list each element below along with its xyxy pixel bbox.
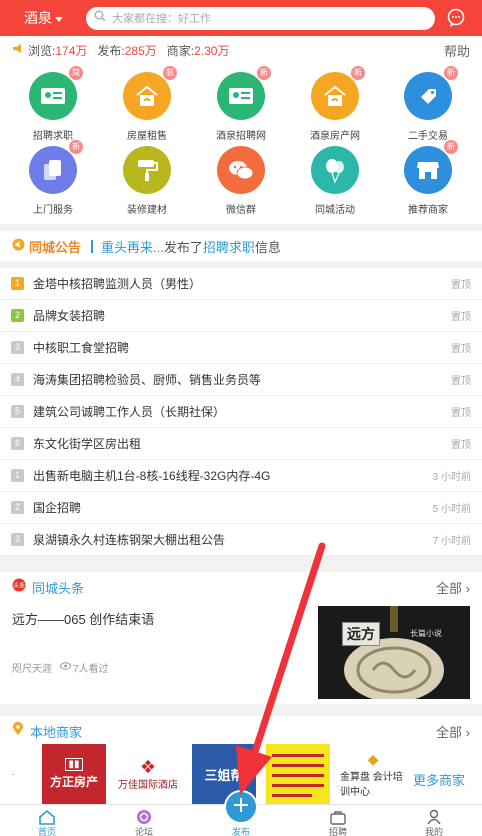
balloon-icon <box>311 146 359 194</box>
announcement-category-link[interactable]: 招聘求职 <box>203 237 255 256</box>
publish-button[interactable] <box>224 790 258 824</box>
paint-roller-icon <box>123 146 171 194</box>
list-item[interactable]: 1 金塔中核招聘监测人员（男性） 置顶 <box>0 268 482 300</box>
list-item[interactable]: 3 泉湖镇永久村连栋钢架大棚出租公告 7 小时前 <box>0 524 482 556</box>
category-badge: 简 <box>69 66 83 80</box>
category-badge: 新 <box>257 66 271 80</box>
id-card-icon: 新 <box>217 66 271 120</box>
headline-meta: 咫尺天涯 7人看过 <box>12 660 109 675</box>
post-list: 1 金塔中核招聘监测人员（男性） 置顶 2 品牌女装招聘 置顶 3 中核职工食堂招聘 置顶 … <box>0 268 482 556</box>
forum-icon <box>114 805 174 825</box>
message-icon[interactable] <box>445 7 467 29</box>
section-header: 本地商家 全部 › <box>0 716 482 746</box>
search-icon <box>94 9 106 27</box>
house-icon: 新 <box>311 66 365 120</box>
merchant-logo[interactable] <box>266 744 330 804</box>
help-link[interactable]: 帮助 <box>444 41 470 60</box>
nav-home[interactable]: 首页 <box>17 805 77 836</box>
nav-forum[interactable]: 论坛 <box>114 805 174 836</box>
category-housing[interactable]: 装 房屋租售 <box>99 66 195 142</box>
views-count: 174万 <box>55 43 88 58</box>
category-home-service[interactable]: 新 上门服务 <box>5 140 101 216</box>
category-badge: 新 <box>444 66 458 80</box>
headline-logo-icon: 头条 <box>12 578 26 597</box>
merchant-logo[interactable]: ▮▮ 方正房产 <box>42 744 106 804</box>
list-item[interactable]: 2 国企招聘 5 小时前 <box>0 492 482 524</box>
category-property-site[interactable]: 新 酒泉房产网 <box>287 66 383 142</box>
location-pin-icon <box>12 721 24 741</box>
posts-count: 285万 <box>124 43 157 58</box>
chevron-down-icon <box>55 16 63 22</box>
city-announcement[interactable]: 同城公告 重头再来... 发布了 招聘求职 信息 <box>0 231 482 261</box>
plus-icon <box>233 797 249 818</box>
search-placeholder: 大家都在搜：好工作 <box>112 13 211 25</box>
shop-icon: 新 <box>404 140 458 194</box>
category-jobs[interactable]: 简 招聘求职 <box>5 66 101 142</box>
section-header: 头条 同城头条 全部 › <box>0 572 482 602</box>
publish-label: 发布 <box>231 827 250 836</box>
city-label: 酒泉 <box>24 10 52 26</box>
category-events[interactable]: 同城活动 <box>287 146 383 216</box>
view-all-link[interactable]: 全部 › <box>436 722 470 741</box>
merchant-logo[interactable]: ◆ 金算盘 会计培训中心 <box>340 744 406 804</box>
headline-author: 咫尺天涯 <box>12 664 52 675</box>
eye-icon <box>60 662 71 673</box>
section-title: 同城头条 <box>32 580 85 596</box>
house-icon: 装 <box>123 66 177 120</box>
copy-icon: 新 <box>29 140 83 194</box>
megaphone-icon <box>12 43 24 57</box>
view-all-link[interactable]: 全部 › <box>436 578 470 597</box>
category-job-site[interactable]: 新 酒泉招聘网 <box>193 66 289 142</box>
divider <box>91 239 94 253</box>
category-grid: 简 招聘求职 装 房屋租售 新 酒泉招聘网 新 酒泉房产网 新 二手交易 新 上… <box>0 64 482 224</box>
category-badge: 装 <box>163 66 177 80</box>
more-merchants-link[interactable]: 更多商家 <box>413 770 465 789</box>
headline-views: 7人看过 <box>73 664 109 675</box>
section-title: 本地商家 <box>30 724 83 740</box>
search-input[interactable]: 大家都在搜：好工作 <box>86 6 435 30</box>
id-card-icon: 简 <box>29 66 83 120</box>
top-bar: 酒泉 大家都在搜：好工作 <box>0 0 482 36</box>
thumbnail-subtitle: 长篇小说 <box>410 629 442 638</box>
home-icon <box>17 805 77 825</box>
headline-section: 头条 同城头条 全部 › 远方——065 创作结束语 咫尺天涯 7人看过 远方 … <box>0 572 482 704</box>
headline-title[interactable]: 远方——065 创作结束语 <box>12 609 154 628</box>
briefcase-icon <box>308 805 368 825</box>
announcement-user: 重头再来... <box>101 239 164 255</box>
category-secondhand[interactable]: 新 二手交易 <box>380 66 476 142</box>
city-selector[interactable]: 酒泉 <box>0 8 86 28</box>
nav-mine[interactable]: 我的 <box>404 805 464 836</box>
svg-text:头条: 头条 <box>13 581 25 589</box>
category-wechat-group[interactable]: 微信群 <box>193 146 289 216</box>
headline-thumbnail[interactable]: 远方 长篇小说 <box>318 606 470 699</box>
category-badge: 新 <box>351 66 365 80</box>
wechat-icon <box>217 146 265 194</box>
merchant-logo-partial[interactable]: · <box>0 744 26 804</box>
list-item[interactable]: 2 品牌女装招聘 置顶 <box>0 300 482 332</box>
category-badge: 新 <box>444 140 458 154</box>
thumbnail-tag: 远方 <box>342 622 380 646</box>
announcement-title: 同城公告 <box>29 239 82 255</box>
merchants-count: 2.30万 <box>194 43 230 58</box>
category-recommended-merchants[interactable]: 新 推荐商家 <box>380 140 476 216</box>
category-badge: 新 <box>69 140 83 154</box>
list-item[interactable]: 5 建筑公司诚聘工作人员（长期社保） 置顶 <box>0 396 482 428</box>
list-item[interactable]: 1 出售新电脑主机1台-8核-16线程-32G内存-4G 3 小时前 <box>0 460 482 492</box>
merchant-logo[interactable]: ❖ 万佳国际酒店 <box>116 744 180 804</box>
nav-jobs[interactable]: 招聘 <box>308 805 368 836</box>
category-decoration[interactable]: 装修建材 <box>99 146 195 216</box>
list-item[interactable]: 6 东文化街学区房出租 置顶 <box>0 428 482 460</box>
list-item[interactable]: 4 海涛集团招聘检验员、厨师、销售业务员等 置顶 <box>0 364 482 396</box>
sell-tag-icon: 新 <box>404 66 458 120</box>
site-stats: 浏览: 174万 发布: 285万 商家: 2.30万 帮助 <box>0 36 482 64</box>
user-icon <box>404 805 464 825</box>
list-item[interactable]: 3 中核职工食堂招聘 置顶 <box>0 332 482 364</box>
speaker-icon <box>12 238 25 254</box>
